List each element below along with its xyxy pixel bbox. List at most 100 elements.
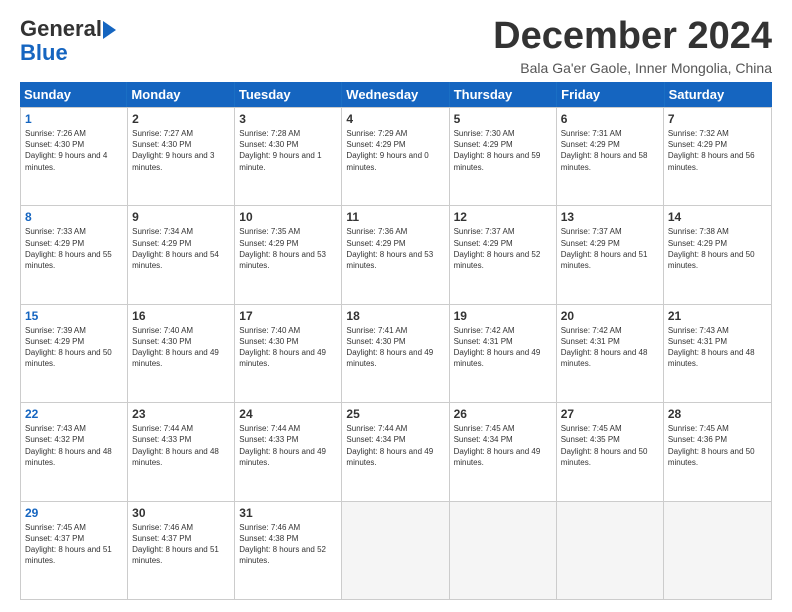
calendar-cell: 21Sunrise: 7:43 AMSunset: 4:31 PMDayligh… — [664, 305, 771, 402]
day-number: 14 — [668, 209, 767, 225]
cell-info: Sunrise: 7:46 AMSunset: 4:37 PMDaylight:… — [132, 522, 230, 567]
calendar-cell: 25Sunrise: 7:44 AMSunset: 4:34 PMDayligh… — [342, 403, 449, 500]
cell-info: Sunrise: 7:28 AMSunset: 4:30 PMDaylight:… — [239, 128, 337, 173]
header-day-wednesday: Wednesday — [342, 82, 449, 107]
day-number: 19 — [454, 308, 552, 324]
calendar-cell: 27Sunrise: 7:45 AMSunset: 4:35 PMDayligh… — [557, 403, 664, 500]
day-number: 24 — [239, 406, 337, 422]
cell-info: Sunrise: 7:32 AMSunset: 4:29 PMDaylight:… — [668, 128, 767, 173]
header-day-saturday: Saturday — [665, 82, 772, 107]
calendar-cell: 28Sunrise: 7:45 AMSunset: 4:36 PMDayligh… — [664, 403, 771, 500]
cell-info: Sunrise: 7:36 AMSunset: 4:29 PMDaylight:… — [346, 226, 444, 271]
calendar-cell: 10Sunrise: 7:35 AMSunset: 4:29 PMDayligh… — [235, 206, 342, 303]
cell-info: Sunrise: 7:30 AMSunset: 4:29 PMDaylight:… — [454, 128, 552, 173]
day-number: 8 — [25, 209, 123, 225]
cell-info: Sunrise: 7:26 AMSunset: 4:30 PMDaylight:… — [25, 128, 123, 173]
day-number: 9 — [132, 209, 230, 225]
cell-info: Sunrise: 7:31 AMSunset: 4:29 PMDaylight:… — [561, 128, 659, 173]
calendar-cell: 14Sunrise: 7:38 AMSunset: 4:29 PMDayligh… — [664, 206, 771, 303]
calendar-cell: 1Sunrise: 7:26 AMSunset: 4:30 PMDaylight… — [21, 108, 128, 205]
calendar-cell: 6Sunrise: 7:31 AMSunset: 4:29 PMDaylight… — [557, 108, 664, 205]
day-number: 6 — [561, 111, 659, 127]
header-day-thursday: Thursday — [450, 82, 557, 107]
header: General Blue December 2024 Bala Ga'er Ga… — [20, 16, 772, 76]
calendar-cell: 20Sunrise: 7:42 AMSunset: 4:31 PMDayligh… — [557, 305, 664, 402]
title-block: December 2024 Bala Ga'er Gaole, Inner Mo… — [493, 16, 772, 76]
day-number: 3 — [239, 111, 337, 127]
day-number: 29 — [25, 505, 123, 521]
calendar-cell: 4Sunrise: 7:29 AMSunset: 4:29 PMDaylight… — [342, 108, 449, 205]
month-title: December 2024 — [493, 16, 772, 58]
cell-info: Sunrise: 7:42 AMSunset: 4:31 PMDaylight:… — [561, 325, 659, 370]
calendar-cell — [450, 502, 557, 599]
day-number: 13 — [561, 209, 659, 225]
cell-info: Sunrise: 7:44 AMSunset: 4:34 PMDaylight:… — [346, 423, 444, 468]
calendar-cell: 11Sunrise: 7:36 AMSunset: 4:29 PMDayligh… — [342, 206, 449, 303]
calendar-cell — [342, 502, 449, 599]
calendar-cell: 23Sunrise: 7:44 AMSunset: 4:33 PMDayligh… — [128, 403, 235, 500]
calendar-cell: 12Sunrise: 7:37 AMSunset: 4:29 PMDayligh… — [450, 206, 557, 303]
calendar-cell: 2Sunrise: 7:27 AMSunset: 4:30 PMDaylight… — [128, 108, 235, 205]
day-number: 1 — [25, 111, 123, 127]
logo-arrow-icon — [103, 21, 116, 39]
calendar-cell: 9Sunrise: 7:34 AMSunset: 4:29 PMDaylight… — [128, 206, 235, 303]
calendar-cell: 29Sunrise: 7:45 AMSunset: 4:37 PMDayligh… — [21, 502, 128, 599]
header-day-tuesday: Tuesday — [235, 82, 342, 107]
location: Bala Ga'er Gaole, Inner Mongolia, China — [493, 60, 772, 76]
cell-info: Sunrise: 7:41 AMSunset: 4:30 PMDaylight:… — [346, 325, 444, 370]
cell-info: Sunrise: 7:45 AMSunset: 4:37 PMDaylight:… — [25, 522, 123, 567]
cell-info: Sunrise: 7:45 AMSunset: 4:36 PMDaylight:… — [668, 423, 767, 468]
cell-info: Sunrise: 7:46 AMSunset: 4:38 PMDaylight:… — [239, 522, 337, 567]
calendar-row-3: 15Sunrise: 7:39 AMSunset: 4:29 PMDayligh… — [21, 305, 771, 403]
day-number: 23 — [132, 406, 230, 422]
calendar-cell: 13Sunrise: 7:37 AMSunset: 4:29 PMDayligh… — [557, 206, 664, 303]
cell-info: Sunrise: 7:40 AMSunset: 4:30 PMDaylight:… — [239, 325, 337, 370]
cell-info: Sunrise: 7:44 AMSunset: 4:33 PMDaylight:… — [239, 423, 337, 468]
day-number: 12 — [454, 209, 552, 225]
calendar-cell: 18Sunrise: 7:41 AMSunset: 4:30 PMDayligh… — [342, 305, 449, 402]
day-number: 22 — [25, 406, 123, 422]
cell-info: Sunrise: 7:45 AMSunset: 4:34 PMDaylight:… — [454, 423, 552, 468]
day-number: 25 — [346, 406, 444, 422]
cell-info: Sunrise: 7:37 AMSunset: 4:29 PMDaylight:… — [454, 226, 552, 271]
logo: General Blue — [20, 16, 100, 64]
cell-info: Sunrise: 7:39 AMSunset: 4:29 PMDaylight:… — [25, 325, 123, 370]
calendar-row-4: 22Sunrise: 7:43 AMSunset: 4:32 PMDayligh… — [21, 403, 771, 501]
calendar-cell: 24Sunrise: 7:44 AMSunset: 4:33 PMDayligh… — [235, 403, 342, 500]
calendar-cell — [557, 502, 664, 599]
day-number: 20 — [561, 308, 659, 324]
calendar-cell: 22Sunrise: 7:43 AMSunset: 4:32 PMDayligh… — [21, 403, 128, 500]
cell-info: Sunrise: 7:34 AMSunset: 4:29 PMDaylight:… — [132, 226, 230, 271]
calendar-cell: 31Sunrise: 7:46 AMSunset: 4:38 PMDayligh… — [235, 502, 342, 599]
logo-blue: Blue — [20, 42, 100, 64]
calendar-cell — [664, 502, 771, 599]
calendar-cell: 8Sunrise: 7:33 AMSunset: 4:29 PMDaylight… — [21, 206, 128, 303]
day-number: 31 — [239, 505, 337, 521]
day-number: 30 — [132, 505, 230, 521]
cell-info: Sunrise: 7:43 AMSunset: 4:32 PMDaylight:… — [25, 423, 123, 468]
cell-info: Sunrise: 7:45 AMSunset: 4:35 PMDaylight:… — [561, 423, 659, 468]
header-day-sunday: Sunday — [20, 82, 127, 107]
calendar-cell: 5Sunrise: 7:30 AMSunset: 4:29 PMDaylight… — [450, 108, 557, 205]
day-number: 15 — [25, 308, 123, 324]
calendar-cell: 30Sunrise: 7:46 AMSunset: 4:37 PMDayligh… — [128, 502, 235, 599]
day-number: 18 — [346, 308, 444, 324]
day-number: 10 — [239, 209, 337, 225]
cell-info: Sunrise: 7:33 AMSunset: 4:29 PMDaylight:… — [25, 226, 123, 271]
logo-general: General — [20, 16, 102, 41]
cell-info: Sunrise: 7:29 AMSunset: 4:29 PMDaylight:… — [346, 128, 444, 173]
page: General Blue December 2024 Bala Ga'er Ga… — [0, 0, 792, 612]
calendar-cell: 15Sunrise: 7:39 AMSunset: 4:29 PMDayligh… — [21, 305, 128, 402]
calendar: SundayMondayTuesdayWednesdayThursdayFrid… — [20, 82, 772, 600]
cell-info: Sunrise: 7:37 AMSunset: 4:29 PMDaylight:… — [561, 226, 659, 271]
day-number: 21 — [668, 308, 767, 324]
day-number: 11 — [346, 209, 444, 225]
cell-info: Sunrise: 7:38 AMSunset: 4:29 PMDaylight:… — [668, 226, 767, 271]
day-number: 4 — [346, 111, 444, 127]
header-day-friday: Friday — [557, 82, 664, 107]
calendar-row-1: 1Sunrise: 7:26 AMSunset: 4:30 PMDaylight… — [21, 108, 771, 206]
header-day-monday: Monday — [127, 82, 234, 107]
cell-info: Sunrise: 7:35 AMSunset: 4:29 PMDaylight:… — [239, 226, 337, 271]
day-number: 5 — [454, 111, 552, 127]
calendar-cell: 19Sunrise: 7:42 AMSunset: 4:31 PMDayligh… — [450, 305, 557, 402]
